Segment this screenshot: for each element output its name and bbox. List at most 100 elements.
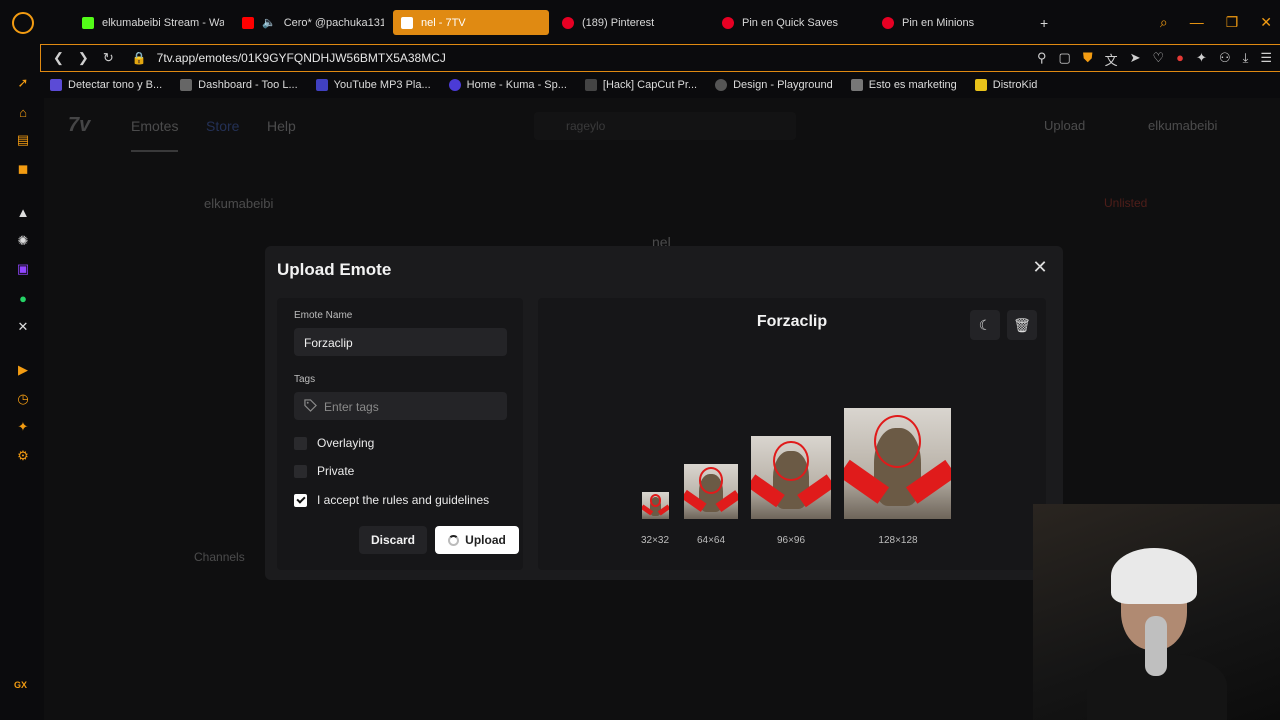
checkbox-box[interactable] — [294, 436, 307, 450]
gx-corner-icon[interactable]: GX — [14, 680, 27, 690]
tags-placeholder: Enter tags — [324, 400, 379, 414]
history-icon[interactable]: ◷ — [14, 390, 32, 408]
preview-64 — [684, 464, 738, 519]
menu-icon[interactable]: ☰ — [1260, 50, 1272, 69]
speaker-icon: 🔈 — [262, 17, 276, 29]
adblock-icon[interactable]: ● — [1176, 50, 1184, 69]
bookmark-favicon-icon — [180, 79, 193, 91]
bookmark-label: [Hack] CapCut Pr... — [602, 79, 698, 91]
tab-label: Pin en Minions — [902, 16, 975, 29]
play-icon[interactable]: ▶ — [14, 361, 32, 379]
bookmark-item[interactable]: YouTube MP3 Pla... — [315, 79, 431, 91]
lock-icon: 🔒 — [131, 51, 147, 65]
bookmark-item[interactable]: Dashboard - Too L... — [180, 79, 298, 91]
address-bar: ❮ ❯ ↻ 🔒 7tv.app/emotes/01K9GYFQNDHJW56BM… — [40, 44, 1280, 72]
shield-icon[interactable]: ⛊ — [1083, 50, 1093, 69]
checkbox-box-checked[interactable] — [294, 493, 307, 507]
url-text: 7tv.app/emotes/01K9GYFQNDHJW56BMTX5A38MC… — [156, 51, 446, 65]
bookmark-favicon-icon — [974, 79, 987, 91]
nav-buttons: ❮ ❯ ↻ — [41, 50, 114, 66]
site-upload-button[interactable]: Upload — [1044, 118, 1085, 133]
preview-96 — [751, 436, 831, 519]
speed-icon[interactable]: ➚ — [14, 74, 32, 92]
pin-icon[interactable]: ⚲ — [1037, 50, 1047, 69]
window-controls: ⌕ — ❐ ✕ — [1160, 14, 1272, 31]
7tv-icon — [401, 16, 413, 29]
tab-label: (189) Pinterest — [582, 16, 655, 29]
profile-icon[interactable]: ⚇ — [1219, 50, 1231, 69]
emote-owner[interactable]: elkumabeibi — [204, 196, 273, 211]
checkbox-box[interactable] — [294, 464, 307, 478]
browser-sidebar: ➚ ⌂ ▤ ◼ ▲ ✺ ▣ ● ✕ ▶ ◷ ✦ ⚙ GX — [0, 0, 44, 720]
tags-label: Tags — [294, 374, 316, 385]
search-icon[interactable]: ⌕ — [1160, 14, 1168, 31]
bookmark-item[interactable]: Home - Kuma - Sp... — [448, 79, 567, 91]
url-field[interactable]: 🔒 7tv.app/emotes/01K9GYFQNDHJW56BMTX5A38… — [132, 51, 446, 65]
reload-icon[interactable]: ↻ — [103, 50, 114, 66]
delete-button[interactable]: 🗑 — [1007, 310, 1037, 340]
site-user-menu[interactable]: elkumabeibi — [1148, 118, 1217, 133]
player-icon[interactable]: ◼ — [14, 160, 32, 178]
bookmark-label: Dashboard - Too L... — [198, 79, 298, 91]
emote-preview-panel: Forzaclip ☾ 🗑 32×32 64×64 96×96 128×128 — [538, 298, 1046, 570]
bookmark-label: YouTube MP3 Pla... — [333, 79, 431, 91]
forward-icon[interactable]: ❯ — [78, 50, 89, 66]
7tv-logo-icon[interactable]: 7v — [68, 114, 90, 137]
puzzle-icon[interactable]: ✦ — [1196, 50, 1207, 69]
notes-icon[interactable]: ▤ — [14, 131, 32, 149]
pinterest-icon — [882, 16, 894, 29]
bookmark-item[interactable]: DistroKid — [974, 79, 1037, 91]
trash-icon: 🗑 — [1013, 316, 1031, 333]
heart-icon[interactable]: ♡ — [1153, 50, 1165, 69]
tab-youtube[interactable]: 🔈 Cero* @pachuka1312 — [234, 10, 384, 35]
tab-kick[interactable]: elkumabeibi Stream - Wat — [74, 10, 224, 35]
tab-pin-quick-saves[interactable]: Pin en Quick Saves — [714, 10, 864, 35]
minimize-icon[interactable]: — — [1190, 14, 1204, 31]
nav-help[interactable]: Help — [267, 118, 296, 134]
chatgpt-icon[interactable]: ✺ — [14, 232, 32, 250]
download-icon[interactable]: ⤓ — [1243, 50, 1249, 69]
accept-rules-checkbox[interactable]: I accept the rules and guidelines — [294, 493, 489, 507]
overlaying-checkbox[interactable]: Overlaying — [294, 436, 374, 450]
settings-icon[interactable]: ⚙ — [14, 447, 32, 465]
x-icon[interactable]: ✕ — [14, 318, 32, 336]
bookmark-item[interactable]: Detectar tono y B... — [50, 79, 162, 91]
dark-mode-toggle[interactable]: ☾ — [970, 310, 1000, 340]
translate-icon[interactable]: 文 — [1105, 50, 1118, 69]
discard-button[interactable]: Discard — [359, 526, 427, 554]
twitch-icon[interactable]: ▣ — [14, 260, 32, 278]
tab-pin-minions[interactable]: Pin en Minions — [874, 10, 1024, 35]
channels-tab[interactable]: Channels — [194, 550, 245, 564]
emote-name-input[interactable]: Forzaclip — [294, 328, 507, 356]
whatsapp-icon[interactable]: ● — [14, 289, 32, 307]
upload-label: Upload — [465, 533, 506, 547]
nav-store[interactable]: Store — [206, 118, 239, 134]
tab-bar: elkumabeibi Stream - Wat 🔈 Cero* @pachuk… — [44, 0, 1280, 44]
preview-32 — [642, 492, 669, 519]
tags-input[interactable]: Enter tags — [294, 392, 507, 420]
site-search-input[interactable]: rageylo — [534, 112, 796, 140]
private-checkbox[interactable]: Private — [294, 464, 354, 478]
bookmark-item[interactable]: Design - Playground — [715, 79, 833, 91]
opera-logo-icon[interactable] — [12, 12, 34, 34]
snapshot-icon[interactable]: ▢ — [1059, 50, 1071, 69]
bookmark-item[interactable]: [Hack] CapCut Pr... — [584, 79, 698, 91]
nav-emotes[interactable]: Emotes — [131, 118, 179, 152]
close-icon[interactable]: ✕ — [1031, 258, 1049, 276]
upload-button[interactable]: Upload — [435, 526, 519, 554]
new-tab-button[interactable]: + — [1032, 10, 1052, 35]
aria-icon[interactable]: ▲ — [14, 203, 32, 221]
back-icon[interactable]: ❮ — [53, 50, 64, 66]
tab-pinterest[interactable]: (189) Pinterest — [554, 10, 704, 35]
tab-label: Cero* @pachuka1312 — [283, 16, 384, 29]
store-icon[interactable]: ⌂ — [14, 103, 32, 121]
overlaying-label: Overlaying — [317, 436, 375, 450]
bookmark-item[interactable]: Esto es marketing — [850, 79, 957, 91]
maximize-icon[interactable]: ❐ — [1226, 14, 1239, 31]
close-icon[interactable]: ✕ — [1260, 14, 1272, 31]
send-icon[interactable]: ➤ — [1130, 50, 1141, 69]
size-label-64: 64×64 — [696, 535, 726, 546]
bookmark-label: Design - Playground — [733, 79, 833, 91]
tab-7tv[interactable]: nel - 7TV — [393, 10, 549, 35]
extensions-icon[interactable]: ✦ — [14, 418, 32, 436]
